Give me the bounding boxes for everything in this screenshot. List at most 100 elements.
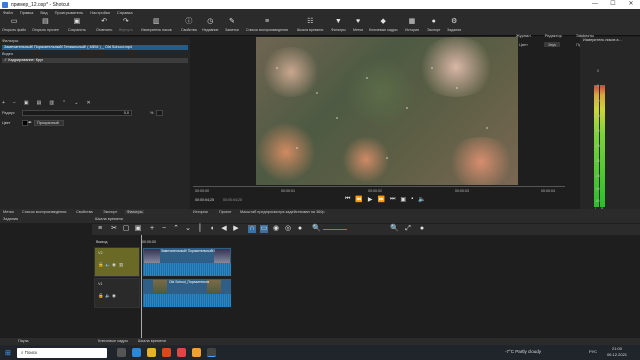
copy-filter-icon[interactable]: ▣ xyxy=(24,100,29,106)
mute-icon[interactable]: 🔈 xyxy=(105,262,111,268)
tab-project[interactable]: Проект xyxy=(219,210,232,214)
play-icon[interactable]: ▶ xyxy=(368,196,373,203)
scrub-icon[interactable]: ▭ xyxy=(260,225,268,233)
record-audio-icon[interactable]: ● xyxy=(418,225,426,233)
language-indicator[interactable]: РУС xyxy=(589,349,597,354)
transparent-button[interactable]: Прозрачный xyxy=(34,120,64,126)
ripple-all-icon[interactable]: ◎ xyxy=(284,225,292,233)
next-marker-icon[interactable]: ▶ xyxy=(232,225,240,233)
clock-time[interactable]: 21:00 xyxy=(612,346,622,351)
eyedropper-icon[interactable]: ✒ xyxy=(28,120,32,126)
track-header-v2[interactable]: V2 🔒 🔈 ◉ ▥ xyxy=(94,247,140,277)
zoom-slider[interactable] xyxy=(323,229,347,230)
recent-button[interactable]: ◷ Недавние xyxy=(202,16,219,36)
edge-icon[interactable] xyxy=(131,348,141,357)
radius-input[interactable]: 0,0 xyxy=(22,110,132,116)
status-timeline[interactable]: Шкала времени xyxy=(138,339,166,343)
redo-button[interactable]: ↷ Вернуть xyxy=(119,16,133,36)
clip-v2[interactable]: Замечательный! Поразительный! Гени... xyxy=(142,247,232,277)
markers-button[interactable]: ♥ Метки xyxy=(353,16,363,36)
menu-player[interactable]: Проигрыватель xyxy=(55,10,84,15)
grid-icon[interactable]: ▪ xyxy=(411,196,413,203)
move-up-icon[interactable]: ⌃ xyxy=(62,100,66,106)
store-icon[interactable] xyxy=(161,348,171,357)
undo-button[interactable]: ↶ Отменить xyxy=(96,16,112,36)
clock-date[interactable]: 06.12.2021 xyxy=(607,352,627,357)
app-icon-red[interactable] xyxy=(176,348,186,357)
weather-widget[interactable]: -7°C Partly cloudy xyxy=(505,349,541,354)
filters-button[interactable]: ▼ Фильтры xyxy=(331,16,346,36)
playlist-button[interactable]: ≡ Список воспроизведения xyxy=(246,16,288,36)
radius-reset-button[interactable] xyxy=(156,110,163,116)
overwrite-icon[interactable]: ⌄ xyxy=(184,225,192,233)
ripple-icon[interactable]: ◉ xyxy=(272,225,280,233)
composite-icon[interactable]: ▥ xyxy=(119,262,123,268)
tab-filters[interactable]: Фильтры xyxy=(125,210,145,214)
hide-icon[interactable]: ◉ xyxy=(112,262,116,268)
tab-export[interactable]: Экспорт xyxy=(103,210,117,214)
timeline-menu-icon[interactable]: ≡ xyxy=(96,225,104,233)
snap-icon[interactable]: ∩ xyxy=(248,225,256,233)
current-time[interactable]: 00:00:04;25 xyxy=(195,198,214,202)
start-icon[interactable]: ⊞ xyxy=(5,349,11,357)
menu-file[interactable]: Файл xyxy=(3,10,13,15)
skip-previous-icon[interactable]: ⏮ xyxy=(345,196,350,203)
clip-v1[interactable]: Old School_Поразительный! Ге... xyxy=(142,278,232,308)
tab-playlist[interactable]: Список воспроизведения xyxy=(22,210,66,214)
video-preview[interactable] xyxy=(256,37,518,185)
add-filter-icon[interactable]: + xyxy=(2,100,5,106)
jobs-button[interactable]: ⚙ Задания xyxy=(447,16,461,36)
lift-icon[interactable]: ⌃ xyxy=(172,225,180,233)
keyframes-button[interactable]: ◆ Ключевые кадры xyxy=(369,16,398,36)
save-button[interactable]: ▣ Сохранить xyxy=(68,16,86,36)
volume-icon[interactable]: 🔈 xyxy=(418,196,425,203)
timeline-button[interactable]: ☷ Шкала времени xyxy=(297,16,323,36)
properties-button[interactable]: ⓘ Свойства xyxy=(181,16,197,36)
deselect-icon[interactable]: ✕ xyxy=(86,100,90,106)
mute-icon[interactable]: 🔈 xyxy=(105,293,111,299)
tab-history[interactable]: История xyxy=(193,210,208,214)
task-view-icon[interactable] xyxy=(116,348,126,357)
menu-view[interactable]: Вид xyxy=(40,10,47,15)
remove-filter-icon[interactable]: − xyxy=(13,100,16,106)
tab-markers[interactable]: Метки xyxy=(3,210,14,214)
move-down-icon[interactable]: ⌄ xyxy=(74,100,78,106)
app-icon-orange[interactable] xyxy=(191,348,201,357)
history-button[interactable]: ▦ История xyxy=(405,16,419,36)
zoom-in-icon[interactable]: 🔍 xyxy=(390,225,399,233)
layout-color[interactable]: Цвет xyxy=(519,42,528,47)
hide-icon[interactable]: ◉ xyxy=(112,293,116,299)
maximize-button[interactable]: ☐ xyxy=(604,0,622,9)
filter-item-crop-circle[interactable]: ✓ Кадрирование: Круг xyxy=(2,58,188,63)
status-keyframes[interactable]: Ключевые кадры xyxy=(98,339,128,343)
track-header-v1[interactable]: V1 🔒 🔈 ◉ xyxy=(94,278,140,308)
ripple-markers-icon[interactable]: ● xyxy=(296,225,304,233)
toggle-zoom-icon[interactable]: ▣ xyxy=(400,196,406,203)
lock-icon[interactable]: 🔒 xyxy=(98,293,104,299)
open-other-button[interactable]: ▤ Открыть прочее xyxy=(32,16,59,36)
rewind-icon[interactable]: ⏪ xyxy=(355,196,362,203)
status-pause[interactable]: Пауза xyxy=(18,339,29,343)
zoom-fit-icon[interactable]: ⤢ xyxy=(404,225,412,233)
remove-icon[interactable]: − xyxy=(160,225,168,233)
menu-settings[interactable]: Настройки xyxy=(90,10,110,15)
lock-icon[interactable]: 🔒 xyxy=(98,262,104,268)
explorer-icon[interactable] xyxy=(146,348,156,357)
fast-forward-icon[interactable]: ⏩ xyxy=(378,196,385,203)
copy-icon[interactable]: ▢ xyxy=(122,225,130,233)
prev-marker-icon[interactable]: ◀ xyxy=(220,225,228,233)
tab-properties[interactable]: Свойства xyxy=(76,210,93,214)
layout-audio[interactable]: Звук xyxy=(543,42,561,47)
close-button[interactable]: ✕ xyxy=(622,0,640,9)
layout-editor[interactable]: Редактор xyxy=(545,33,562,38)
notes-button[interactable]: ✎ Заметки xyxy=(225,16,239,36)
paste-filter-icon[interactable]: ▤ xyxy=(37,100,42,106)
layout-log[interactable]: Журнал xyxy=(516,33,531,38)
shotcut-taskbar-icon[interactable] xyxy=(206,348,216,357)
marker-icon[interactable]: ◖ xyxy=(208,225,216,233)
append-icon[interactable]: + xyxy=(148,225,156,233)
cut-icon[interactable]: ✂ xyxy=(110,225,118,233)
open-file-button[interactable]: ▭ Открыть файл xyxy=(2,16,26,36)
menu-edit[interactable]: Правка xyxy=(20,10,34,15)
export-button[interactable]: ● Экспорт xyxy=(427,16,441,36)
